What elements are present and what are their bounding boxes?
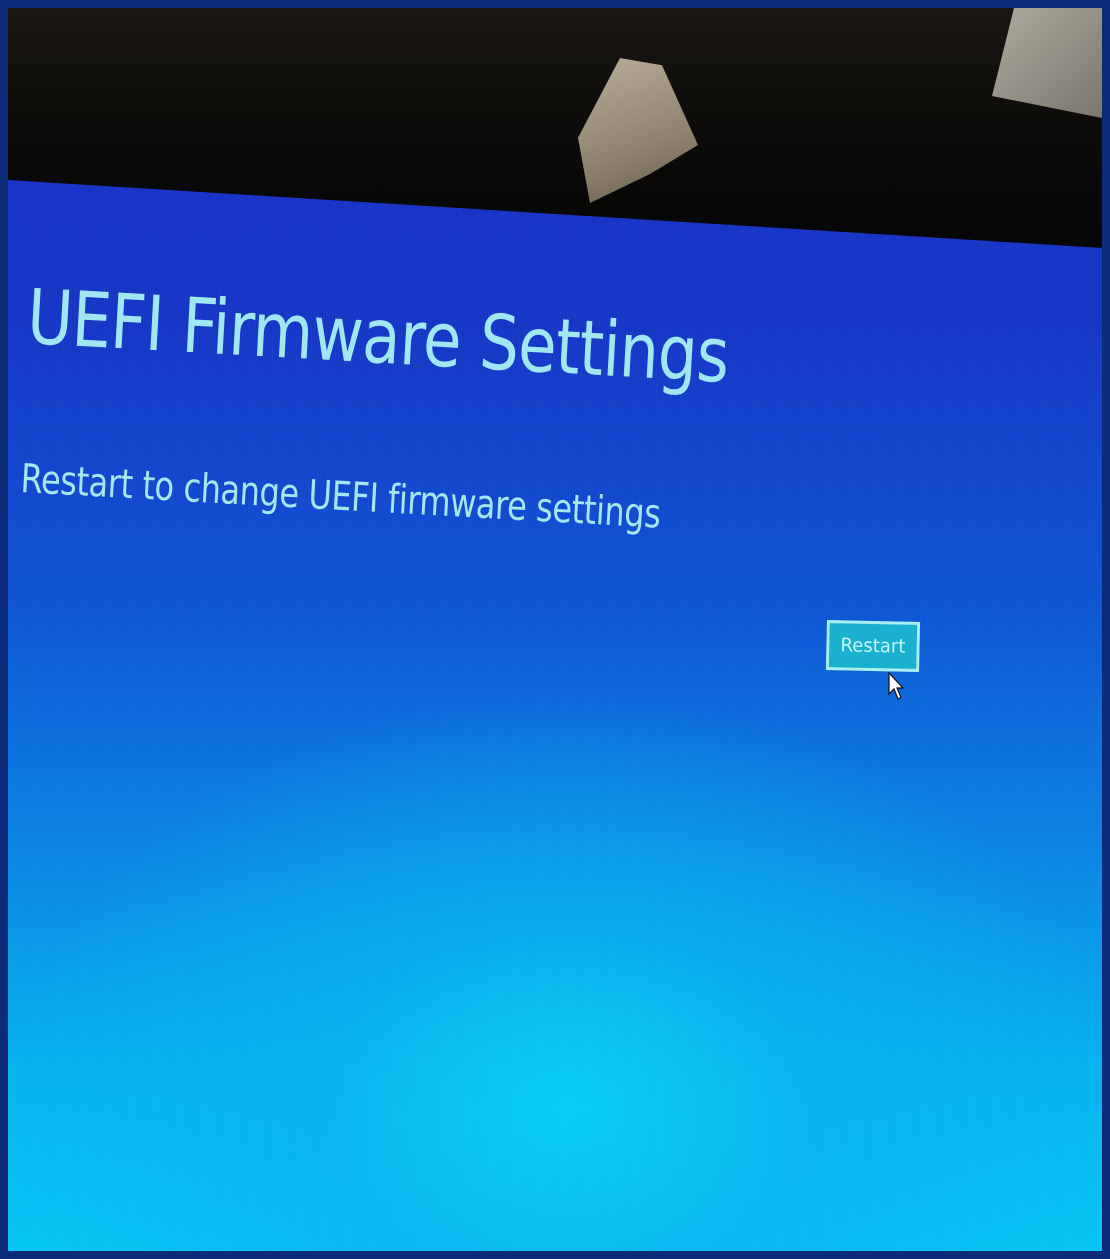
photo-frame: UEFI Firmware Settings Restart to change…	[0, 0, 1110, 1259]
mouse-pointer-icon	[888, 672, 904, 700]
restart-button[interactable]: Restart	[825, 620, 921, 672]
restart-button-label: Restart	[840, 634, 906, 658]
